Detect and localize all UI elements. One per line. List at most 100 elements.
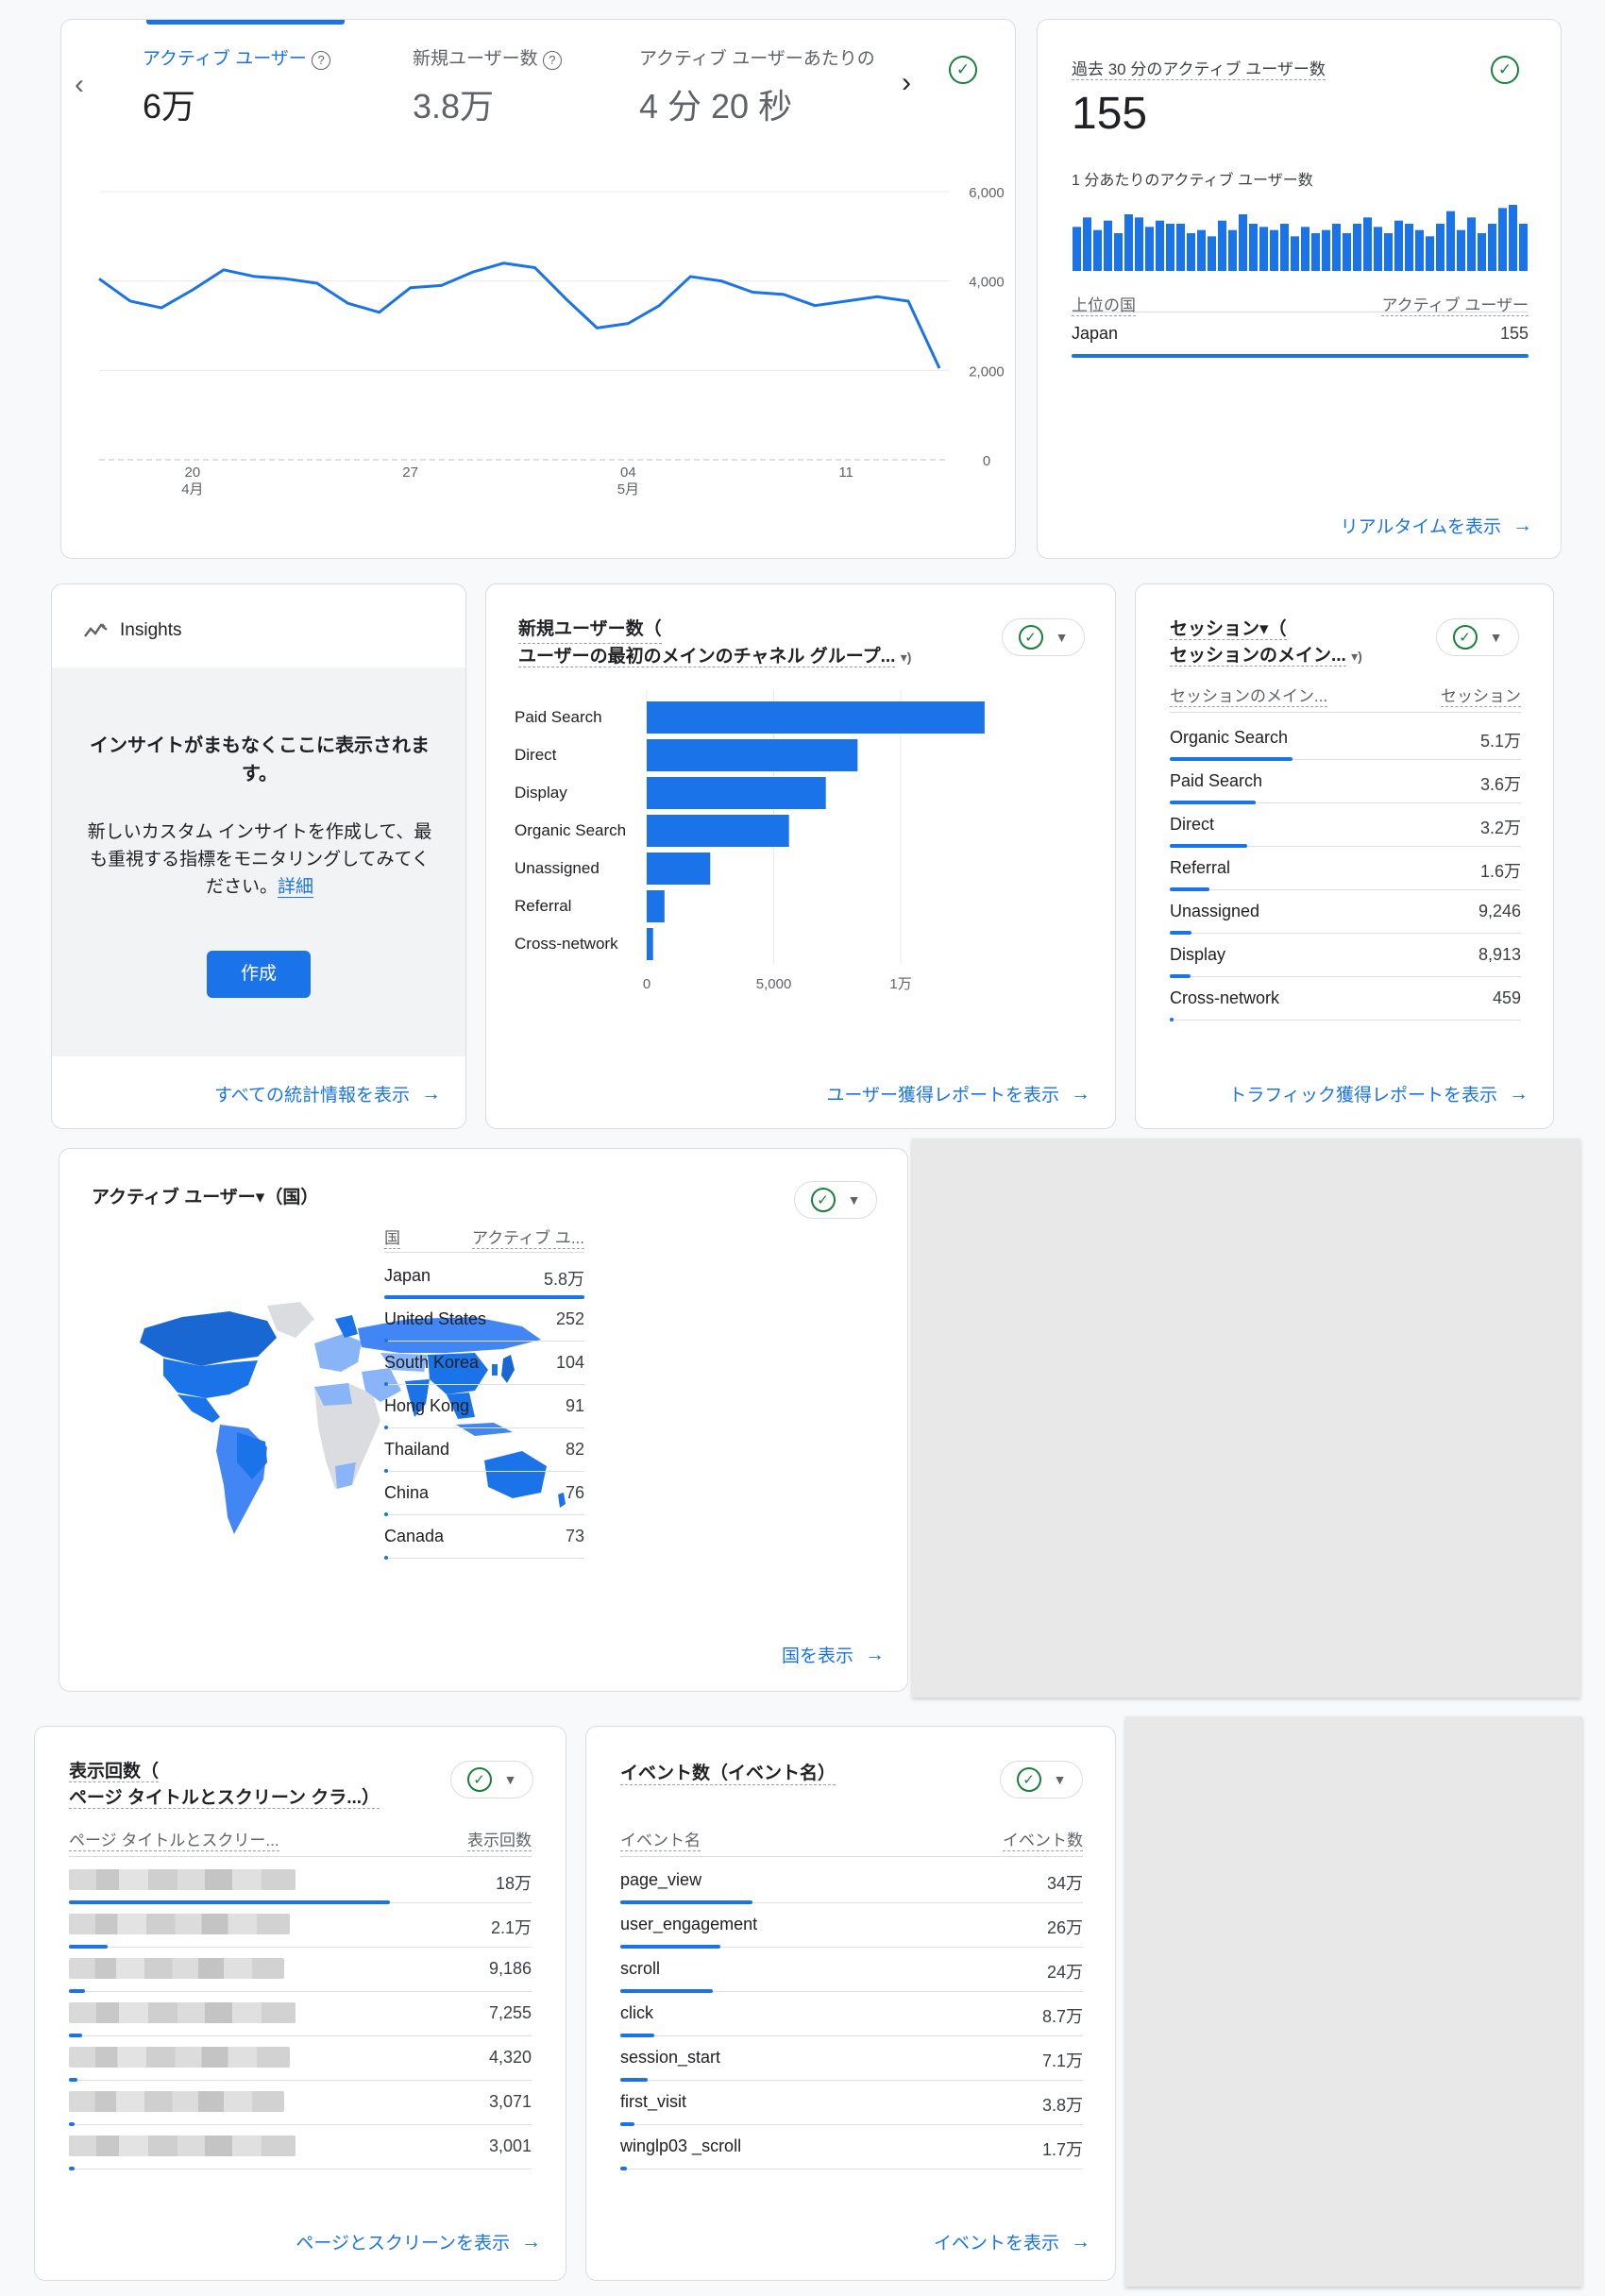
table-row[interactable]: Cross-network 459 <box>1170 977 1521 1021</box>
minute-bar[interactable] <box>1145 227 1154 271</box>
table-row[interactable]: Organic Search 5.1万 <box>1170 717 1521 761</box>
view-realtime-link[interactable]: リアルタイムを表示 → <box>1341 513 1532 538</box>
create-insight-button[interactable]: 作成 <box>207 951 311 998</box>
minute-bar[interactable] <box>1436 224 1444 271</box>
table-row[interactable]: session_start 7.1万 <box>620 2036 1083 2082</box>
table-row[interactable]: South Korea 104 <box>384 1342 584 1386</box>
table-row[interactable]: Hong Kong 91 <box>384 1385 584 1429</box>
card-options-pill[interactable]: ✓ ▼ <box>1000 1761 1083 1798</box>
minute-bar[interactable] <box>1228 229 1237 271</box>
prev-metric-button[interactable]: ‹ <box>75 69 84 101</box>
table-row[interactable]: 7,255 <box>69 1992 532 2037</box>
metric-tab-engagement-time[interactable]: アクティブ ユーザーあたりの 4 分 20 秒 <box>639 44 875 128</box>
minute-bar[interactable] <box>1187 233 1195 271</box>
minute-bar[interactable] <box>1343 233 1351 271</box>
minute-bar[interactable] <box>1467 217 1476 271</box>
minute-bar[interactable] <box>1197 229 1206 271</box>
table-row[interactable]: 9,186 <box>69 1948 532 1993</box>
minute-bar[interactable] <box>1114 233 1123 271</box>
minute-bar[interactable] <box>1311 233 1320 271</box>
card-options-pill[interactable]: ✓ ▼ <box>450 1761 533 1798</box>
minute-bar[interactable] <box>1488 224 1496 271</box>
metric-tab-active-users[interactable]: アクティブ ユーザー ? 6万 <box>143 44 331 128</box>
minute-bar[interactable] <box>1457 229 1465 271</box>
help-icon[interactable]: ? <box>312 51 331 70</box>
table-row[interactable]: Display 8,913 <box>1170 934 1521 978</box>
bar[interactable] <box>647 701 985 734</box>
minute-bar[interactable] <box>1280 224 1289 271</box>
minute-bar[interactable] <box>1332 224 1341 271</box>
minute-bar[interactable] <box>1073 227 1081 271</box>
bar[interactable] <box>647 928 653 960</box>
minute-bar[interactable] <box>1083 217 1091 271</box>
card-options-pill[interactable]: ✓ ▼ <box>794 1181 877 1219</box>
realtime-check-icon[interactable]: ✓ <box>1491 56 1519 84</box>
bar[interactable] <box>647 777 826 809</box>
table-row[interactable]: 3,071 <box>69 2081 532 2126</box>
minute-bar[interactable] <box>1478 233 1486 271</box>
view-acquisition-report-link[interactable]: ユーザー獲得レポートを表示 → <box>826 1081 1090 1106</box>
minute-bar[interactable] <box>1093 229 1102 271</box>
table-row[interactable]: Japan 155 <box>1072 312 1529 358</box>
minute-bar[interactable] <box>1394 220 1403 271</box>
minute-bar[interactable] <box>1135 217 1143 271</box>
minute-bar[interactable] <box>1405 224 1413 271</box>
minute-bar[interactable] <box>1322 229 1330 271</box>
geo-title[interactable]: アクティブ ユーザー▾（国） <box>92 1183 318 1208</box>
minute-bar[interactable] <box>1270 229 1278 271</box>
table-row[interactable]: user_engagement 26万 <box>620 1903 1083 1949</box>
minute-bar[interactable] <box>1415 229 1424 271</box>
table-row[interactable]: Unassigned 9,246 <box>1170 890 1521 935</box>
table-row[interactable]: Paid Search 3.6万 <box>1170 760 1521 804</box>
view-pages-link[interactable]: ページとスクリーンを表示 → <box>296 2229 541 2254</box>
minute-bar[interactable] <box>1249 224 1258 271</box>
next-metric-button[interactable]: › <box>902 67 911 99</box>
minute-bar[interactable] <box>1208 236 1216 271</box>
table-row[interactable]: Direct 3.2万 <box>1170 803 1521 848</box>
minute-bar[interactable] <box>1218 220 1226 271</box>
table-row[interactable]: page_view 34万 <box>620 1859 1083 1904</box>
minute-bar[interactable] <box>1259 227 1268 271</box>
minute-bar[interactable] <box>1363 217 1372 271</box>
card-options-pill[interactable]: ✓ ▼ <box>1002 618 1085 656</box>
minute-bar[interactable] <box>1156 220 1164 271</box>
table-row[interactable]: 18万 <box>69 1859 532 1904</box>
detail-link[interactable]: 詳細 <box>278 877 314 898</box>
minute-bar[interactable] <box>1104 220 1112 271</box>
title-line2[interactable]: ユーザーの最初のメインのチャネル グループ... <box>518 647 896 667</box>
metric-tab-new-users[interactable]: 新規ユーザー数 ? 3.8万 <box>413 44 562 128</box>
minute-bar[interactable] <box>1239 214 1247 271</box>
events-title[interactable]: イベント数（イベント名） <box>620 1759 836 1785</box>
minute-bar[interactable] <box>1498 208 1507 271</box>
table-row[interactable]: scroll 24万 <box>620 1948 1083 1993</box>
title-line2[interactable]: セッションのメイン... <box>1170 646 1346 667</box>
minute-bar[interactable] <box>1446 211 1455 271</box>
data-quality-check-icon[interactable]: ✓ <box>949 56 977 84</box>
minute-bar[interactable] <box>1384 233 1393 271</box>
card-options-pill[interactable]: ✓ ▼ <box>1436 618 1519 656</box>
minute-bar[interactable] <box>1426 236 1434 271</box>
table-row[interactable]: 3,001 <box>69 2125 532 2170</box>
minute-bar[interactable] <box>1374 227 1382 271</box>
view-all-insights-link[interactable]: すべての統計情報を表示 → <box>214 1081 441 1106</box>
bar[interactable] <box>647 739 858 771</box>
bar[interactable] <box>647 853 711 885</box>
minute-bar[interactable] <box>1353 224 1361 271</box>
table-row[interactable]: click 8.7万 <box>620 1992 1083 2037</box>
title-line1[interactable]: セッション▾（ <box>1170 619 1287 640</box>
dropdown-caret-icon[interactable]: ▾) <box>901 650 912 665</box>
dropdown-caret-icon[interactable]: ▾) <box>1351 649 1362 664</box>
table-row[interactable]: 2.1万 <box>69 1903 532 1949</box>
view-traffic-report-link[interactable]: トラフィック獲得レポートを表示 → <box>1228 1081 1529 1106</box>
title-line2[interactable]: ページ タイトルとスクリーン クラ...） <box>69 1788 380 1809</box>
bar[interactable] <box>647 815 789 847</box>
table-row[interactable]: China 76 <box>384 1472 584 1516</box>
help-icon[interactable]: ? <box>542 51 562 70</box>
minute-bar[interactable] <box>1176 224 1185 271</box>
table-row[interactable]: first_visit 3.8万 <box>620 2081 1083 2126</box>
minute-bar[interactable] <box>1519 224 1528 271</box>
minute-bar[interactable] <box>1166 224 1174 271</box>
view-events-link[interactable]: イベントを表示 → <box>934 2229 1090 2254</box>
minute-bar[interactable] <box>1124 214 1133 271</box>
table-row[interactable]: winglp03 _scroll 1.7万 <box>620 2125 1083 2170</box>
